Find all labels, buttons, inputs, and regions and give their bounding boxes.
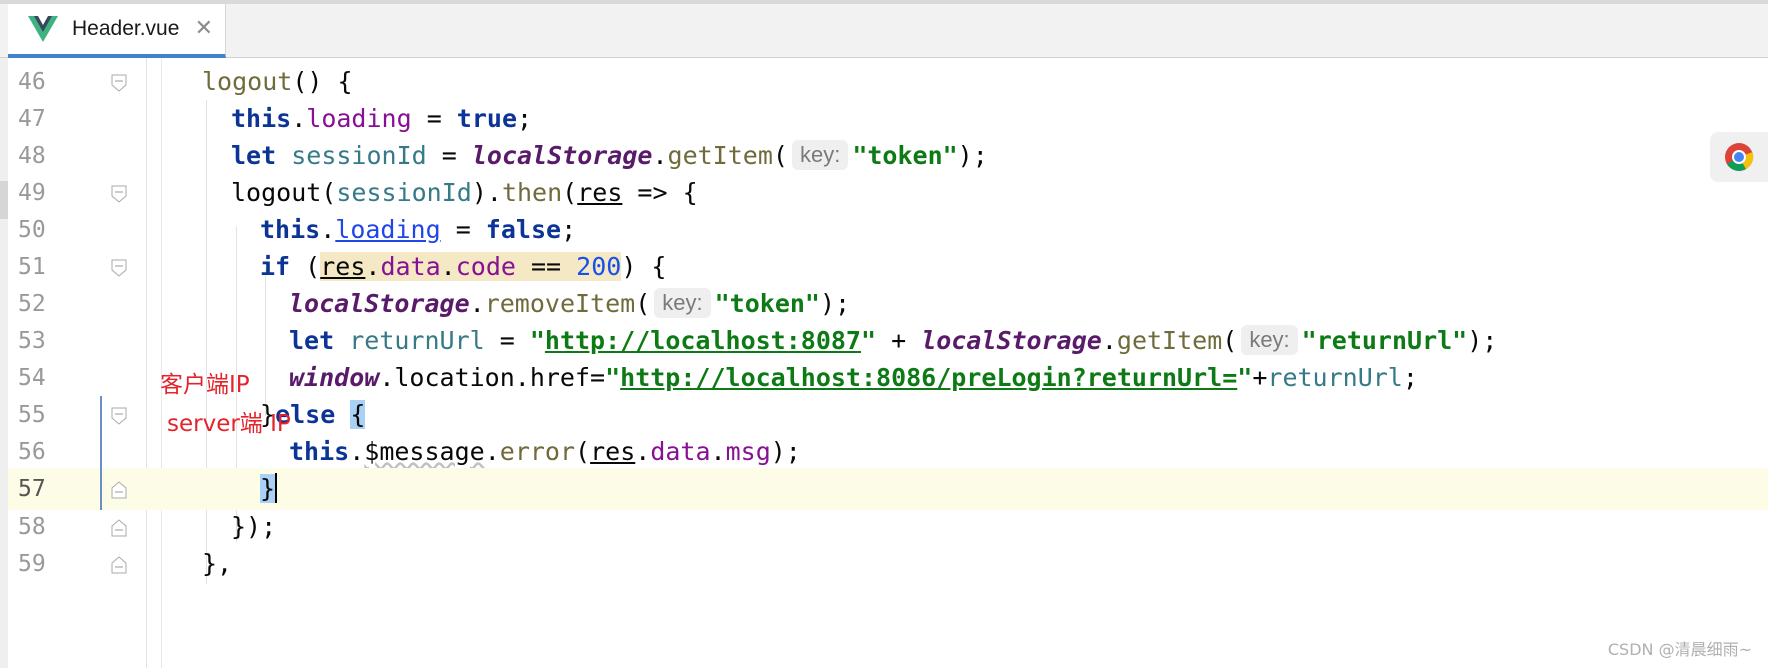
param-hint: key:: [791, 140, 849, 170]
tab-header-vue[interactable]: Header.vue ✕: [8, 4, 226, 58]
line-number: 47: [18, 106, 46, 132]
fold-close-icon[interactable]: [111, 556, 127, 574]
code-text: },: [202, 549, 233, 578]
close-icon[interactable]: ✕: [195, 16, 213, 42]
code-text: });: [231, 512, 277, 541]
code-text: window.location.href="http://localhost:8…: [289, 363, 1418, 392]
code-text: this.$message.error(res.data.msg);: [289, 437, 801, 466]
tab-label: Header.vue: [72, 17, 180, 40]
chrome-icon: [1725, 143, 1754, 171]
line-number: 51: [18, 254, 46, 280]
line-number: 58: [18, 514, 46, 540]
code-text: if (res.data.code == 200) {: [260, 252, 667, 281]
editor-tab-bar: Header.vue ✕: [0, 0, 1768, 58]
fold-open-icon[interactable]: [111, 185, 127, 203]
fold-open-icon[interactable]: [111, 259, 127, 277]
code-text: this.loading = true;: [231, 104, 533, 133]
code-line[interactable]: 51 if (res.data.code == 200) {: [8, 246, 1768, 288]
open-in-chrome-button[interactable]: [1710, 132, 1768, 182]
annotation-server-ip: server端 IP: [167, 411, 291, 437]
line-number: 56: [18, 439, 46, 465]
watermark: CSDN @清晨细雨~: [1607, 640, 1752, 659]
annotation-client-ip: 客户端IP: [160, 372, 250, 398]
line-number: 54: [18, 365, 46, 391]
line-number: 49: [18, 180, 46, 206]
code-text: let sessionId = localStorage.getItem(key…: [231, 140, 988, 170]
code-text: logout(sessionId).then(res => {: [231, 178, 698, 207]
code-line[interactable]: 46 logout() {: [8, 61, 1768, 103]
code-line[interactable]: 50 this.loading = false;: [8, 209, 1768, 251]
param-hint: key:: [1241, 325, 1298, 355]
code-line[interactable]: 52 localStorage.removeItem(key: "token");: [8, 283, 1768, 325]
code-line[interactable]: 48 let sessionId = localStorage.getItem(…: [8, 135, 1768, 177]
fold-open-icon[interactable]: [111, 407, 127, 425]
code-line[interactable]: 47 this.loading = true;: [8, 98, 1768, 140]
line-number: 57: [18, 476, 46, 502]
text-caret: [275, 473, 278, 503]
code-line[interactable]: 59 },: [8, 543, 1768, 585]
line-number: 46: [18, 69, 46, 95]
code-line[interactable]: 58 });: [8, 506, 1768, 548]
code-editor[interactable]: 46 logout() { 47 this.loading = true; 48…: [0, 58, 1768, 668]
code-line-current[interactable]: 57 }: [8, 468, 1768, 510]
line-number: 48: [18, 143, 46, 169]
line-number: 53: [18, 328, 46, 354]
line-number: 55: [18, 402, 46, 428]
code-text: this.loading = false;: [260, 215, 577, 244]
fold-open-icon[interactable]: [111, 74, 127, 92]
fold-close-icon[interactable]: [111, 481, 127, 499]
code-line[interactable]: 54 window.location.href="http://localhos…: [8, 357, 1768, 399]
code-line[interactable]: 53 let returnUrl = "http://localhost:808…: [8, 320, 1768, 362]
vue-logo-icon: [28, 16, 58, 42]
code-line[interactable]: 49 logout(sessionId).then(res => {: [8, 172, 1768, 214]
param-hint: key:: [654, 288, 711, 318]
code-text: logout() {: [202, 67, 353, 96]
code-text: }: [260, 473, 278, 503]
line-number: 52: [18, 291, 46, 317]
line-number: 50: [18, 217, 46, 243]
code-text: localStorage.removeItem(key: "token");: [289, 288, 851, 318]
code-text: let returnUrl = "http://localhost:8087" …: [289, 325, 1498, 355]
fold-close-icon[interactable]: [111, 519, 127, 537]
line-number: 59: [18, 551, 46, 577]
vcs-change-marker[interactable]: [100, 396, 102, 510]
